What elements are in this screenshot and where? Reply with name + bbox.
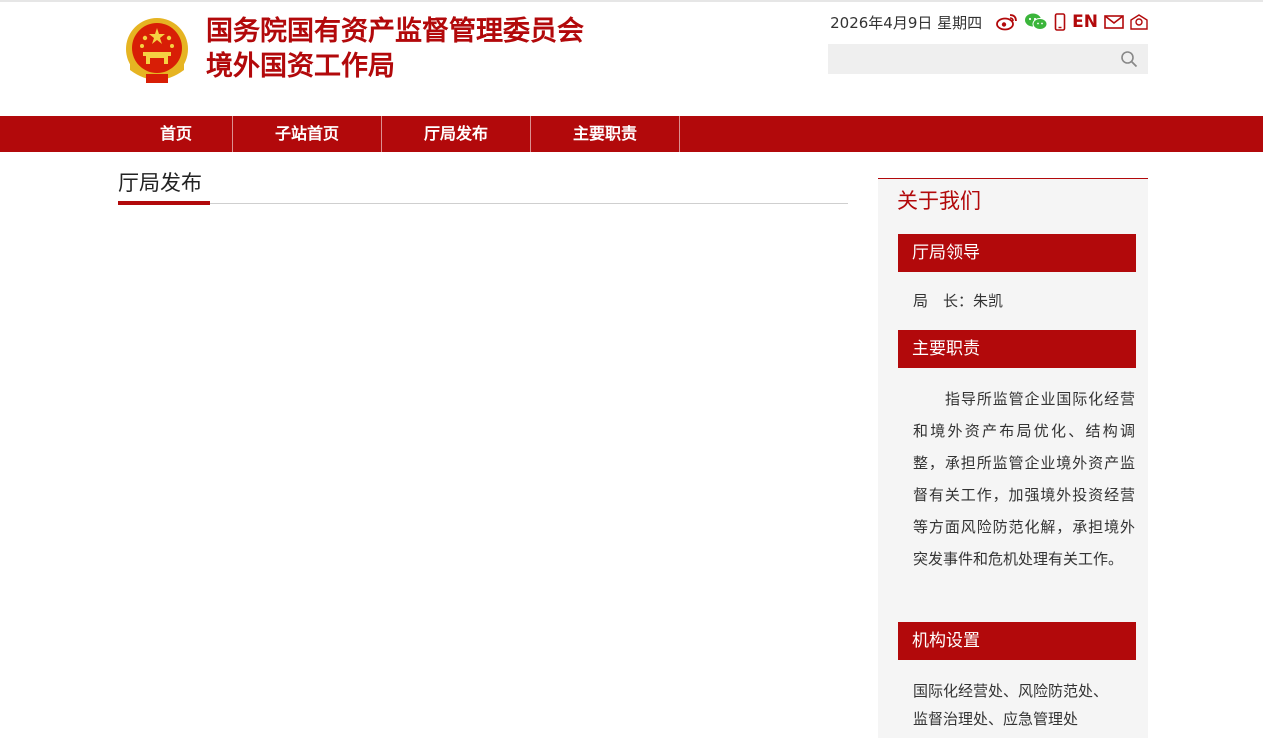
section-title-underline [118, 201, 210, 205]
about-sidebar: 关于我们 厅局领导 局 长：朱凯 主要职责 指导所监管企业国际化经营和境外资产布… [878, 178, 1148, 738]
content-section-header: 厅局发布 [118, 168, 848, 205]
nav-item-releases[interactable]: 厅局发布 [382, 116, 531, 152]
leadership-text: 局 长：朱凯 [913, 292, 1004, 310]
duties-text: 指导所监管企业国际化经营和境外资产布局优化、结构调整，承担所监管企业境外资产监督… [913, 390, 1135, 568]
wechat-icon[interactable] [1024, 11, 1048, 33]
site-title-line2: 境外国资工作局 [206, 51, 395, 82]
search-box [828, 44, 1148, 74]
nav-item-substation-home[interactable]: 子站首页 [233, 116, 382, 152]
accessibility-icon[interactable] [1130, 11, 1148, 33]
weibo-icon[interactable] [996, 11, 1018, 33]
search-icon[interactable] [1120, 50, 1138, 68]
sidebar-title: 关于我们 [897, 189, 981, 213]
leadership-header[interactable]: 厅局领导 [898, 234, 1136, 272]
national-emblem-icon[interactable] [124, 16, 190, 86]
mobile-icon[interactable] [1054, 11, 1066, 33]
structure-header[interactable]: 机构设置 [898, 622, 1136, 660]
site-title-line1: 国务院国有资产监督管理委员会 [206, 16, 584, 47]
nav-item-home[interactable]: 首页 [120, 116, 233, 152]
site-header: 国务院国有资产监督管理委员会 境外国资工作局 2026年4月9日 星期四 EN [0, 0, 1263, 116]
current-date: 2026年4月9日 星期四 [830, 13, 983, 32]
nav-item-duties[interactable]: 主要职责 [531, 116, 680, 152]
english-version-link[interactable]: EN [1072, 12, 1098, 32]
search-input[interactable] [828, 44, 1108, 74]
site-title[interactable]: 国务院国有资产监督管理委员会 境外国资工作局 [206, 14, 584, 84]
mail-icon[interactable] [1104, 11, 1124, 33]
header-tools: 2026年4月9日 星期四 EN [830, 9, 1148, 35]
duties-header[interactable]: 主要职责 [898, 330, 1136, 368]
content-section-title: 厅局发布 [118, 171, 202, 195]
main-nav: 首页 子站首页 厅局发布 主要职责 [0, 116, 1263, 152]
structure-text-line2: 监督治理处、应急管理处 [913, 710, 1079, 728]
